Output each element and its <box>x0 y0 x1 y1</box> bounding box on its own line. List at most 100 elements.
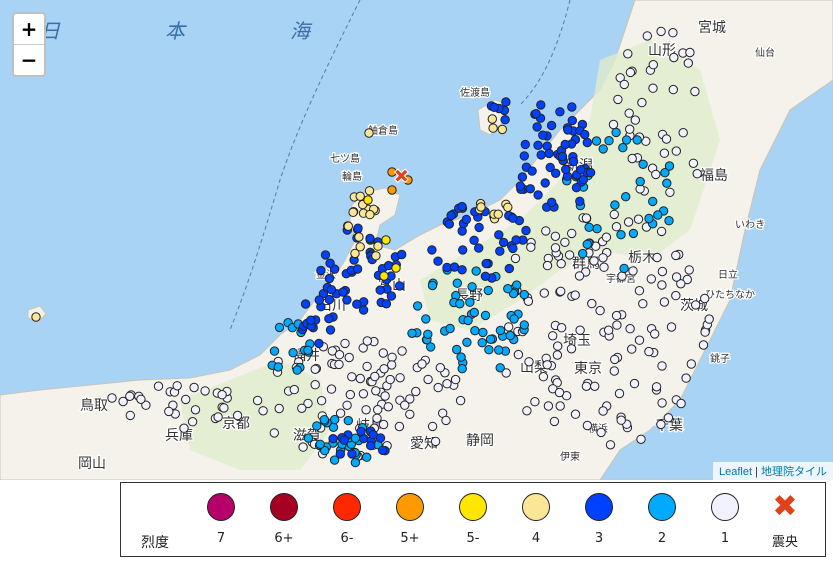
station-intensity-1[interactable] <box>355 373 365 384</box>
station-intensity-3[interactable] <box>568 156 579 167</box>
station-intensity-3[interactable] <box>481 258 491 269</box>
station-intensity-1[interactable] <box>625 67 636 78</box>
station-intensity-3[interactable] <box>525 184 535 194</box>
station-intensity-2[interactable] <box>470 326 480 336</box>
station-intensity-2[interactable] <box>288 348 298 358</box>
station-intensity-2[interactable] <box>471 266 481 276</box>
station-intensity-1[interactable] <box>510 253 521 264</box>
station-intensity-3[interactable] <box>511 235 521 245</box>
station-intensity-3[interactable] <box>365 233 375 244</box>
station-intensity-1[interactable] <box>334 359 344 370</box>
station-intensity-1[interactable] <box>298 442 308 452</box>
station-intensity-3[interactable] <box>325 258 335 268</box>
station-intensity-2[interactable] <box>519 320 529 330</box>
station-intensity-5minus[interactable] <box>391 263 401 273</box>
station-intensity-2[interactable] <box>469 307 479 318</box>
station-intensity-1[interactable] <box>455 395 466 406</box>
station-intensity-1[interactable] <box>605 440 616 450</box>
station-intensity-1[interactable] <box>543 401 554 411</box>
station-intensity-3[interactable] <box>469 235 479 246</box>
station-intensity-2[interactable] <box>465 297 475 307</box>
station-intensity-1[interactable] <box>648 83 658 93</box>
station-intensity-1[interactable] <box>692 169 702 179</box>
map-view[interactable]: 日本海山形宮城新潟福島栃木群馬茨城埼玉東京千葉山梨静岡長野富山石川福井岐阜愛知滋… <box>0 0 833 480</box>
station-intensity-1[interactable] <box>581 213 592 223</box>
station-intensity-1[interactable] <box>704 314 714 324</box>
station-intensity-1[interactable] <box>340 338 350 349</box>
station-intensity-3[interactable] <box>338 287 348 297</box>
station-intensity-3[interactable] <box>314 338 324 349</box>
station-intensity-1[interactable] <box>671 146 681 156</box>
station-intensity-1[interactable] <box>385 374 395 385</box>
station-intensity-3[interactable] <box>325 325 336 335</box>
station-intensity-3[interactable] <box>366 440 376 451</box>
station-intensity-1[interactable] <box>297 403 307 413</box>
station-intensity-3[interactable] <box>527 166 537 176</box>
station-intensity-1[interactable] <box>627 344 637 354</box>
station-intensity-2[interactable] <box>457 364 467 374</box>
station-intensity-3[interactable] <box>495 246 505 256</box>
station-intensity-3[interactable] <box>536 150 546 160</box>
station-intensity-3[interactable] <box>575 196 585 207</box>
station-intensity-1[interactable] <box>657 280 667 290</box>
station-intensity-1[interactable] <box>361 405 371 415</box>
station-intensity-1[interactable] <box>666 322 677 332</box>
station-intensity-1[interactable] <box>681 373 691 383</box>
station-intensity-1[interactable] <box>179 423 189 433</box>
station-intensity-1[interactable] <box>685 47 695 58</box>
station-intensity-3[interactable] <box>544 148 554 159</box>
station-intensity-1[interactable] <box>610 354 620 365</box>
station-intensity-2[interactable] <box>467 282 477 292</box>
station-intensity-2[interactable] <box>303 433 314 443</box>
station-intensity-4[interactable] <box>31 312 41 322</box>
station-intensity-1[interactable] <box>554 387 565 398</box>
station-intensity-3[interactable] <box>480 271 491 281</box>
station-intensity-3[interactable] <box>561 164 571 175</box>
station-intensity-5minus[interactable] <box>363 195 373 205</box>
station-intensity-3[interactable] <box>567 102 577 112</box>
station-intensity-2[interactable] <box>584 222 594 233</box>
station-intensity-1[interactable] <box>556 323 567 333</box>
station-intensity-1[interactable] <box>629 378 640 389</box>
station-intensity-3[interactable] <box>540 178 550 188</box>
station-intensity-3[interactable] <box>335 449 345 459</box>
station-intensity-1[interactable] <box>623 49 633 59</box>
station-intensity-1[interactable] <box>164 406 174 417</box>
station-intensity-1[interactable] <box>684 265 694 275</box>
station-intensity-3[interactable] <box>306 315 316 325</box>
station-intensity-1[interactable] <box>405 409 415 419</box>
station-intensity-2[interactable] <box>452 278 462 288</box>
station-intensity-2[interactable] <box>618 143 628 153</box>
station-intensity-1[interactable] <box>659 148 670 158</box>
station-intensity-3[interactable] <box>582 137 592 148</box>
station-intensity-1[interactable] <box>190 405 201 415</box>
station-intensity-1[interactable] <box>181 394 191 405</box>
station-intensity-3[interactable] <box>339 435 349 445</box>
station-intensity-1[interactable] <box>370 371 380 382</box>
station-intensity-2[interactable] <box>315 439 325 449</box>
station-intensity-1[interactable] <box>657 361 667 371</box>
station-intensity-1[interactable] <box>683 58 693 68</box>
station-intensity-4[interactable] <box>476 202 486 212</box>
station-intensity-2[interactable] <box>495 363 505 373</box>
station-intensity-2[interactable] <box>494 345 504 355</box>
station-intensity-1[interactable] <box>539 288 549 298</box>
station-intensity-2[interactable] <box>312 421 322 431</box>
station-intensity-3[interactable] <box>324 314 334 324</box>
station-intensity-1[interactable] <box>358 389 369 399</box>
station-intensity-2[interactable] <box>619 263 629 274</box>
station-intensity-2[interactable] <box>598 144 608 154</box>
station-intensity-1[interactable] <box>397 346 407 356</box>
station-intensity-1[interactable] <box>380 391 390 401</box>
station-intensity-1[interactable] <box>550 243 561 253</box>
station-intensity-3[interactable] <box>578 175 589 185</box>
station-intensity-2[interactable] <box>644 213 654 224</box>
station-intensity-1[interactable] <box>541 226 551 236</box>
station-intensity-3[interactable] <box>519 151 529 161</box>
station-intensity-3[interactable] <box>394 281 405 291</box>
station-intensity-1[interactable] <box>669 52 679 63</box>
station-intensity-3[interactable] <box>444 219 454 229</box>
station-intensity-1[interactable] <box>665 187 675 198</box>
station-intensity-3[interactable] <box>474 243 484 253</box>
station-intensity-3[interactable] <box>500 115 510 125</box>
